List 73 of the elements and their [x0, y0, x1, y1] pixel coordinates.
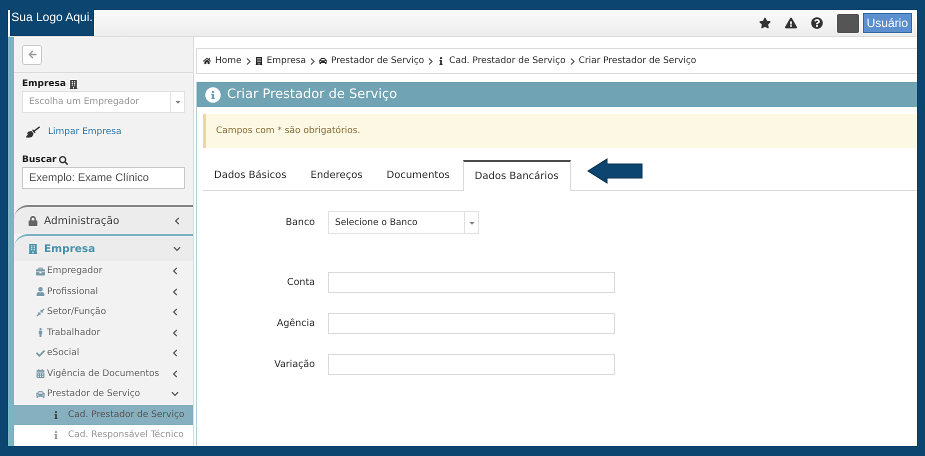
- submenu-item[interactable]: Trabalhador: [14, 322, 193, 343]
- field-label: Conta: [286, 277, 315, 288]
- bank-label: Banco: [284, 217, 315, 228]
- arrow-left-icon: [28, 50, 36, 59]
- user-button[interactable]: Usuário: [862, 13, 912, 33]
- chevron-left-icon: [171, 349, 179, 358]
- menu-item[interactable]: Empresa: [14, 234, 193, 261]
- submenu-item[interactable]: Profissional: [14, 282, 193, 302]
- building-icon: [68, 80, 78, 88]
- chevron-left-icon: [171, 308, 179, 316]
- menu-item[interactable]: Administração: [14, 205, 193, 234]
- submenu-item[interactable]: Cad. Responsável Técnico: [14, 425, 193, 446]
- avatar-placeholder: [836, 14, 859, 32]
- building-icon: [28, 244, 38, 254]
- input-field[interactable]: [328, 272, 615, 293]
- menu-icon: [36, 369, 45, 378]
- chevron-right-icon: [428, 58, 434, 64]
- star-icon[interactable]: [758, 17, 771, 29]
- warning-icon[interactable]: [784, 17, 797, 29]
- chevron-right-icon: [246, 58, 251, 64]
- menu-icon: [36, 390, 45, 399]
- menu-icon: [36, 348, 45, 358]
- clear-company-link[interactable]: Limpar Empresa: [48, 127, 122, 137]
- arrow-annotation-icon: [586, 158, 643, 184]
- submenu-item[interactable]: Cad. Prestador de Serviço: [14, 404, 193, 425]
- submenu-item[interactable]: Prestador de Serviço: [14, 384, 193, 404]
- submenu-item[interactable]: Vigência de Documentos: [14, 364, 193, 384]
- input-field[interactable]: [328, 313, 615, 334]
- lock-icon: [28, 216, 38, 226]
- chevron-left-icon: [171, 370, 179, 378]
- info-icon: [205, 86, 221, 102]
- company-select[interactable]: Escolha um Empregador: [22, 91, 185, 113]
- collapse-sidebar-button[interactable]: [22, 44, 42, 64]
- chevron-left-icon: [171, 288, 179, 296]
- chevron-left-icon: [171, 328, 179, 337]
- car-icon: [319, 57, 327, 65]
- breadcrumb-link[interactable]: Cad. Prestador de Serviço: [449, 56, 566, 66]
- help-icon[interactable]: [810, 17, 823, 29]
- menu-icon: [36, 287, 45, 296]
- field-label: Variação: [273, 359, 315, 370]
- info-icon: [437, 57, 446, 65]
- bank-select[interactable]: Selecione o Banco: [328, 211, 479, 234]
- menu-icon: [36, 266, 45, 276]
- logo-text: Sua Logo Aqui.: [11, 10, 93, 24]
- caret-icon: [174, 98, 182, 106]
- alert-message: Campos com * são obrigatórios.: [216, 126, 360, 136]
- breadcrumb-link[interactable]: Empresa: [266, 56, 306, 66]
- search-label: Buscar: [22, 155, 56, 165]
- info-icon: [52, 431, 60, 440]
- submenu-item[interactable]: Setor/Função: [14, 302, 193, 322]
- chevron-left-icon: [173, 216, 181, 224]
- submenu-item[interactable]: eSocial: [14, 343, 193, 364]
- field-label: Agência: [276, 318, 315, 329]
- broom-icon: [26, 125, 40, 139]
- search-field[interactable]: Exemplo: Exame Clínico: [22, 167, 185, 189]
- menu-icon: [36, 308, 45, 317]
- home-icon: [203, 57, 211, 65]
- chevron-left-icon: [171, 267, 179, 276]
- chevron-right-icon: [310, 58, 315, 64]
- info-icon: [52, 410, 60, 419]
- chevron-down-icon: [173, 244, 181, 252]
- tab[interactable]: Dados Bancários: [462, 160, 571, 191]
- submenu-item[interactable]: Empregador: [14, 261, 193, 282]
- building-icon: [254, 57, 263, 65]
- chevron-right-icon: [570, 58, 575, 64]
- search-icon: [59, 156, 68, 164]
- breadcrumb-link[interactable]: Home: [215, 56, 242, 66]
- input-field[interactable]: [328, 354, 615, 375]
- page-title: Criar Prestador de Serviço: [227, 87, 398, 102]
- breadcrumb-link[interactable]: Prestador de Serviço: [331, 56, 424, 66]
- company-label: Empresa: [22, 79, 66, 89]
- menu-icon: [36, 328, 45, 338]
- chevron-down-icon: [171, 390, 179, 398]
